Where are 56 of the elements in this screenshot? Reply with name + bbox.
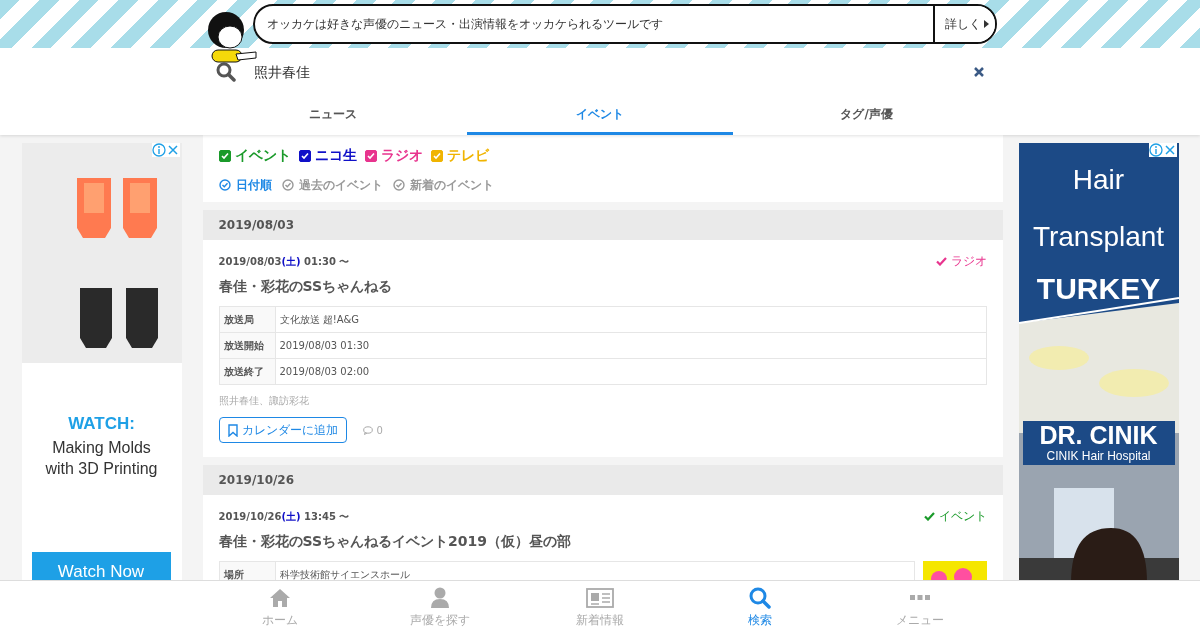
comment-icon <box>362 425 373 435</box>
table-cell: 文化放送 超!A&G <box>275 306 986 333</box>
ad-banner[interactable]: WATCH: Making Molds with 3D Printing Watch Now <box>21 143 182 583</box>
date-header: 2019/08/03 <box>202 210 1003 240</box>
info-icon <box>151 143 166 157</box>
tab[interactable]: タグ/声優 <box>733 96 1000 135</box>
caret-icon <box>984 20 989 28</box>
sort-option[interactable]: 過去のイベント <box>281 176 383 194</box>
cast-text: 照井春佳、諏訪彩花 <box>218 394 310 408</box>
tab[interactable]: ニュース <box>200 96 467 135</box>
bookmark-icon <box>227 423 238 437</box>
check-icon <box>935 256 947 266</box>
check-circle-icon <box>218 179 231 191</box>
date-header: 2019/10/26 <box>202 465 1003 495</box>
category-label: ラジオ <box>935 252 987 270</box>
close-icon <box>165 143 180 157</box>
category-checkbox[interactable]: ラジオ <box>364 145 423 166</box>
bubble-text: オッカケは好きな声優のニュース・出演情報をオッカケられるツールです <box>266 16 664 33</box>
category-label: イベント <box>923 507 987 525</box>
ad-text: Making Molds with 3D Printing <box>44 437 159 479</box>
ad-headline: TURKEY <box>1035 271 1162 307</box>
table-cell: 2019/08/03 01:30 <box>275 332 986 359</box>
more-icon <box>910 594 930 601</box>
ad-text: Hair Transplant <box>1031 163 1166 254</box>
table-cell: 放送局 <box>219 306 275 333</box>
search-icon <box>749 586 771 609</box>
newspaper-icon <box>586 587 614 608</box>
category-checkbox[interactable]: ニコ生 <box>298 145 357 166</box>
search-field[interactable]: 照井春佳 <box>252 60 958 84</box>
search-icon <box>216 62 236 82</box>
sort-option[interactable]: 新着のイベント <box>392 176 494 194</box>
brand-label: DR. CINIK CINIK Hair Hospital <box>1022 421 1175 465</box>
home-icon <box>269 587 291 608</box>
info-icon <box>1148 143 1163 157</box>
event-datetime: 2019/08/03(土) 01:30 〜 <box>218 254 350 269</box>
add-calendar-button[interactable]: カレンダーに追加 <box>218 417 347 443</box>
ad-headline: WATCH: <box>67 413 136 435</box>
event-datetime: 2019/10/26(土) 13:45 〜 <box>218 509 350 524</box>
check-circle-icon <box>392 179 405 191</box>
event-title: 春佳・彩花のSSちゃんねるイベント2019（仮）昼の部 <box>218 532 572 551</box>
clear-button[interactable] <box>974 67 984 77</box>
table-cell: 放送開始 <box>219 332 275 359</box>
more-button[interactable]: 詳しく <box>933 6 995 42</box>
table-cell: 2019/08/03 02:00 <box>275 358 986 385</box>
table-cell: 放送終了 <box>219 358 275 385</box>
category-checkbox[interactable]: イベント <box>218 145 291 166</box>
ad-banner[interactable]: Hair Transplant TURKEY DR. CINIK CINIK Hair Hospital <box>1018 143 1179 583</box>
sort-option[interactable]: 日付順 <box>218 176 272 194</box>
check-circle-icon <box>281 179 294 191</box>
comment-count: 0 <box>362 422 383 438</box>
close-icon <box>974 67 984 77</box>
close-icon <box>1162 143 1177 157</box>
event-title: 春佳・彩花のSSちゃんねる <box>218 277 394 296</box>
check-icon <box>923 511 935 521</box>
person-icon <box>430 587 450 608</box>
mascot-drawing <box>206 10 258 66</box>
